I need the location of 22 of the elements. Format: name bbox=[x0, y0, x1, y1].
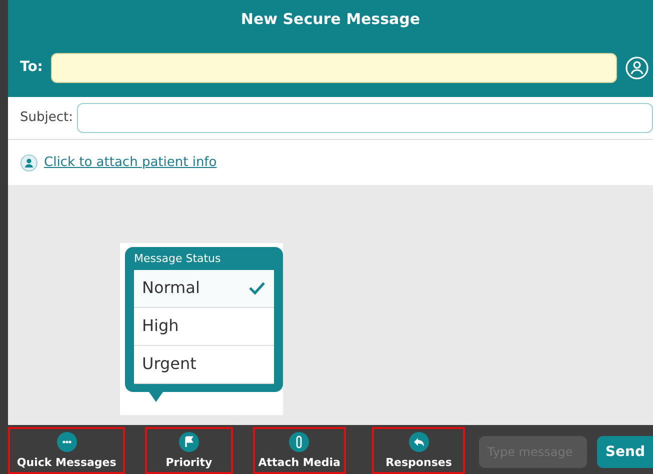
subject-label: Subject: bbox=[20, 109, 73, 128]
add-contact-icon[interactable] bbox=[625, 56, 649, 80]
reply-icon bbox=[408, 432, 429, 452]
window-title: New Secure Message bbox=[8, 0, 653, 38]
status-option[interactable]: High bbox=[134, 308, 274, 346]
status-option[interactable]: Normal bbox=[134, 270, 274, 308]
attach-patient-link[interactable]: Click to attach patient info bbox=[44, 152, 217, 172]
toolbar-button[interactable]: Attach Media bbox=[252, 427, 346, 474]
person-icon bbox=[20, 154, 38, 172]
send-button[interactable]: Send bbox=[597, 436, 653, 468]
chat-icon bbox=[56, 432, 77, 452]
flag-icon bbox=[178, 432, 199, 452]
checkmark-icon bbox=[248, 281, 266, 295]
toolbar-button[interactable]: Priority bbox=[145, 427, 233, 474]
to-field[interactable] bbox=[50, 52, 617, 82]
status-option[interactable]: Urgent bbox=[134, 346, 274, 384]
subject-field[interactable] bbox=[76, 103, 653, 133]
to-label: To: bbox=[20, 58, 43, 77]
toolbar-button[interactable]: Responses bbox=[372, 427, 466, 474]
popup-title: Message Status bbox=[134, 251, 222, 267]
toolbar-button[interactable]: Quick Messages bbox=[8, 427, 126, 474]
clip-icon bbox=[289, 432, 310, 452]
